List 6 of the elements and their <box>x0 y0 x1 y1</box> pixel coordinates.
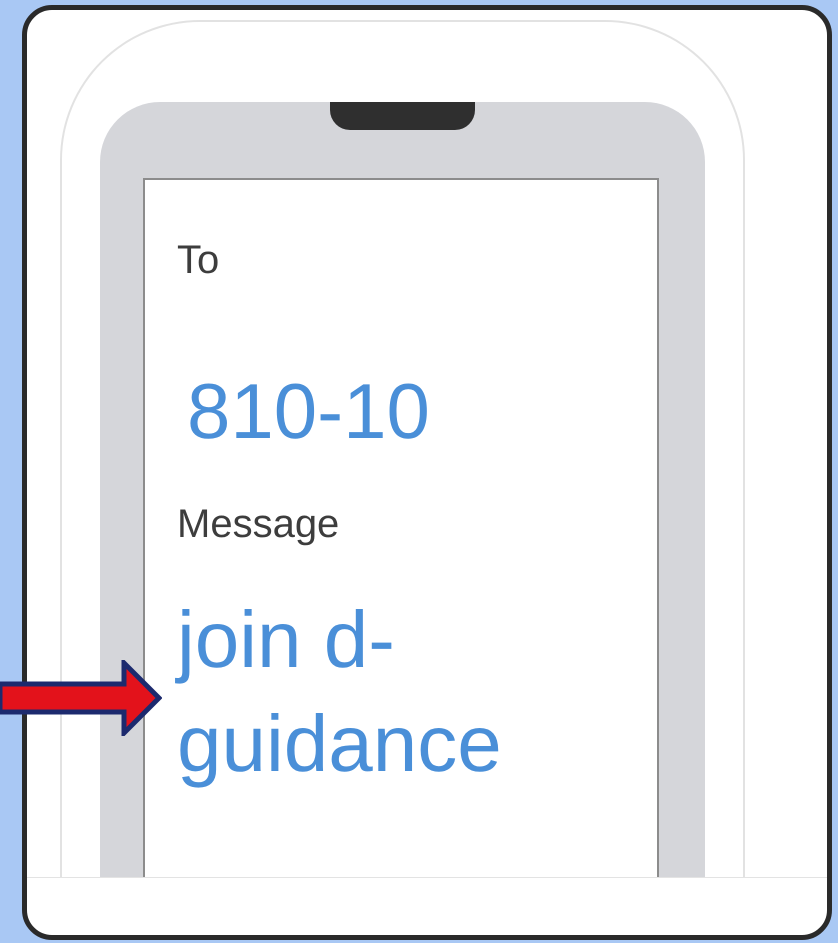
speaker-icon <box>330 102 475 130</box>
message-text: join d-guidance <box>177 594 503 790</box>
recipient-number: 810-10 <box>187 366 430 456</box>
message-label: Message <box>177 501 340 548</box>
arrow-icon <box>0 660 162 736</box>
to-label: To <box>177 237 220 284</box>
